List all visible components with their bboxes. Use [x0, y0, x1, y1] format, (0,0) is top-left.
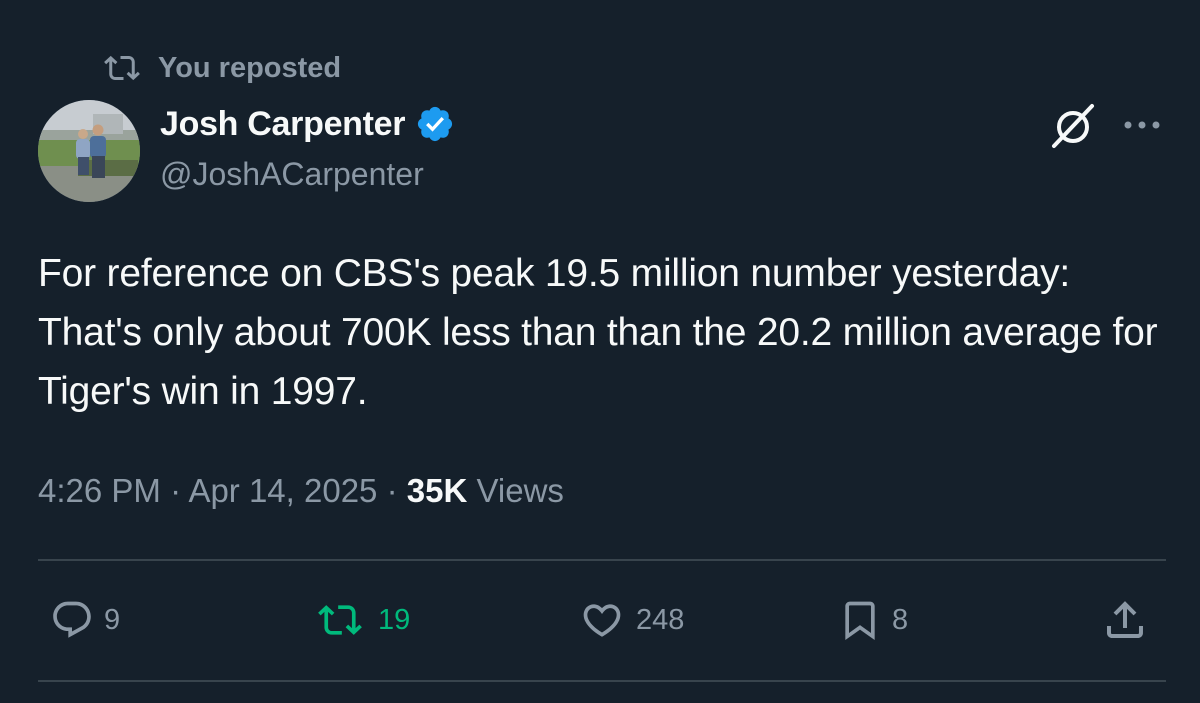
- tweet-text: For reference on CBS's peak 19.5 million…: [38, 252, 1158, 413]
- share-button[interactable]: [1100, 594, 1150, 646]
- tweet-time[interactable]: 4:26 PM: [38, 472, 161, 509]
- meta-separator: ·: [170, 472, 182, 509]
- tweet-date[interactable]: Apr 14, 2025: [188, 472, 377, 509]
- reply-count: 9: [104, 603, 121, 636]
- share-icon: [1107, 601, 1143, 638]
- repost-count: 19: [378, 603, 411, 636]
- divider: [38, 559, 1166, 561]
- avatar[interactable]: [38, 100, 140, 202]
- like-button[interactable]: 248: [578, 594, 684, 646]
- repost-icon: [104, 55, 140, 81]
- like-count: 248: [636, 603, 685, 636]
- bookmark-button[interactable]: 8: [838, 594, 908, 646]
- meta-separator: ·: [386, 472, 398, 509]
- repost-context: You reposted: [100, 50, 341, 86]
- repost-button[interactable]: 19: [312, 594, 410, 646]
- author-name[interactable]: Josh Carpenter: [160, 105, 406, 144]
- avatar-photo: [38, 100, 140, 202]
- tweet-detail: You reposted Josh Carpenter @JoshACarpen…: [0, 0, 1200, 703]
- author-name-row: Josh Carpenter: [160, 104, 455, 144]
- more-options-icon[interactable]: [1120, 110, 1164, 140]
- bookmark-icon: [845, 601, 875, 641]
- divider: [38, 680, 1166, 682]
- reply-icon: [53, 601, 91, 638]
- views-label: Views: [476, 472, 564, 509]
- verified-badge-icon: [415, 104, 455, 144]
- views-count: 35K: [406, 472, 468, 509]
- heart-icon: [583, 604, 621, 637]
- tweet-meta: 4:26 PM · Apr 14, 2025 · 35K Views: [38, 472, 564, 510]
- repost-context-label: You reposted: [158, 51, 342, 84]
- grok-icon[interactable]: [1048, 100, 1100, 152]
- reply-button[interactable]: 9: [50, 594, 120, 646]
- author-handle[interactable]: @JoshACarpenter: [160, 156, 424, 193]
- bookmark-count: 8: [892, 603, 909, 636]
- repost-icon: [318, 605, 362, 635]
